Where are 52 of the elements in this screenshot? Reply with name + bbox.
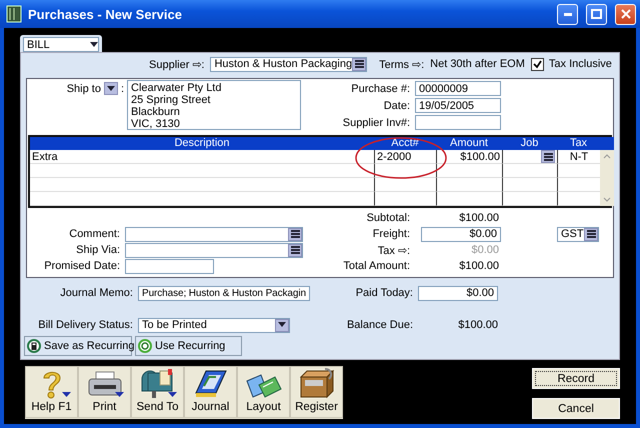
colon-label: :	[120, 82, 124, 94]
field-label: Comment:	[68, 228, 121, 240]
detail-field[interactable]: 00000009	[415, 81, 501, 96]
total-label: Subtotal:	[366, 212, 411, 224]
toolbar-button[interactable]: Send To	[131, 366, 184, 418]
tax-inclusive-label: Tax Inclusive	[548, 58, 612, 70]
action-button[interactable]: Cancel	[532, 398, 620, 419]
column-header: Description	[30, 137, 374, 150]
toolbar-button[interactable]: Register	[290, 366, 343, 418]
table-cell: Extra	[30, 150, 374, 164]
toolbar-button[interactable]: Print	[78, 366, 131, 418]
terms-label: Terms ⇨:	[379, 58, 424, 70]
detail-field[interactable]: 19/05/2005	[415, 98, 501, 113]
detail-label: Date:	[382, 100, 411, 112]
layout-select[interactable]: BILL	[23, 37, 99, 52]
total-value: $100.00	[459, 212, 500, 224]
delivery-status-select[interactable]: To be Printed	[138, 318, 290, 332]
journal-memo-field[interactable]: Purchase; Huston & Huston Packagin	[138, 286, 310, 300]
column-header: Job	[502, 137, 557, 150]
column-header: Tax	[557, 137, 600, 150]
ship-to-label: Ship to	[66, 82, 101, 94]
total-label: Tax ⇨:	[376, 244, 411, 256]
field-label: Promised Date:	[43, 260, 121, 272]
balance-due-label: Balance Due:	[346, 319, 414, 331]
tax-code-select[interactable]: GST	[557, 226, 599, 242]
ship-to-address[interactable]: Clearwater Pty Ltd 25 Spring Street Blackburn VIC, 3130	[127, 80, 301, 130]
toolbar-button[interactable]: Help F1	[25, 366, 78, 418]
detail-label: Purchase #:	[350, 82, 411, 94]
total-value: $0.00	[471, 244, 500, 256]
freight-field[interactable]: $0.00	[421, 226, 501, 242]
toolbar-button[interactable]: Layout	[237, 366, 290, 418]
recurring-button[interactable]: Save as Recurring	[24, 336, 132, 356]
window-title: Purchases - New Service	[28, 6, 183, 22]
supplier-select[interactable]: Huston & Huston Packaging	[210, 56, 368, 72]
field-label: Ship Via:	[75, 244, 121, 256]
total-label: Freight:	[372, 228, 411, 240]
paid-today-field[interactable]: $0.00	[418, 286, 498, 300]
supplier-label: Supplier ⇨:	[149, 58, 204, 70]
total-value: $100.00	[459, 260, 500, 272]
table-cell: 2-2000	[374, 150, 436, 164]
toolbar-button[interactable]: Journal	[184, 366, 237, 418]
table-cell: $100.00	[436, 150, 502, 164]
terms-value: Net 30th after EOM	[430, 58, 525, 70]
balance-due-value: $100.00	[457, 319, 499, 331]
recurring-button[interactable]: Use Recurring	[135, 336, 242, 356]
paid-today-label: Paid Today:	[354, 287, 414, 299]
column-header: Amount	[436, 137, 502, 150]
detail-label: Supplier Inv#:	[342, 116, 411, 128]
action-button[interactable]: Record	[532, 368, 620, 389]
journal-memo-label: Journal Memo:	[59, 287, 134, 299]
total-label: Total Amount:	[342, 260, 411, 272]
delivery-status-label: Bill Delivery Status:	[37, 319, 134, 331]
